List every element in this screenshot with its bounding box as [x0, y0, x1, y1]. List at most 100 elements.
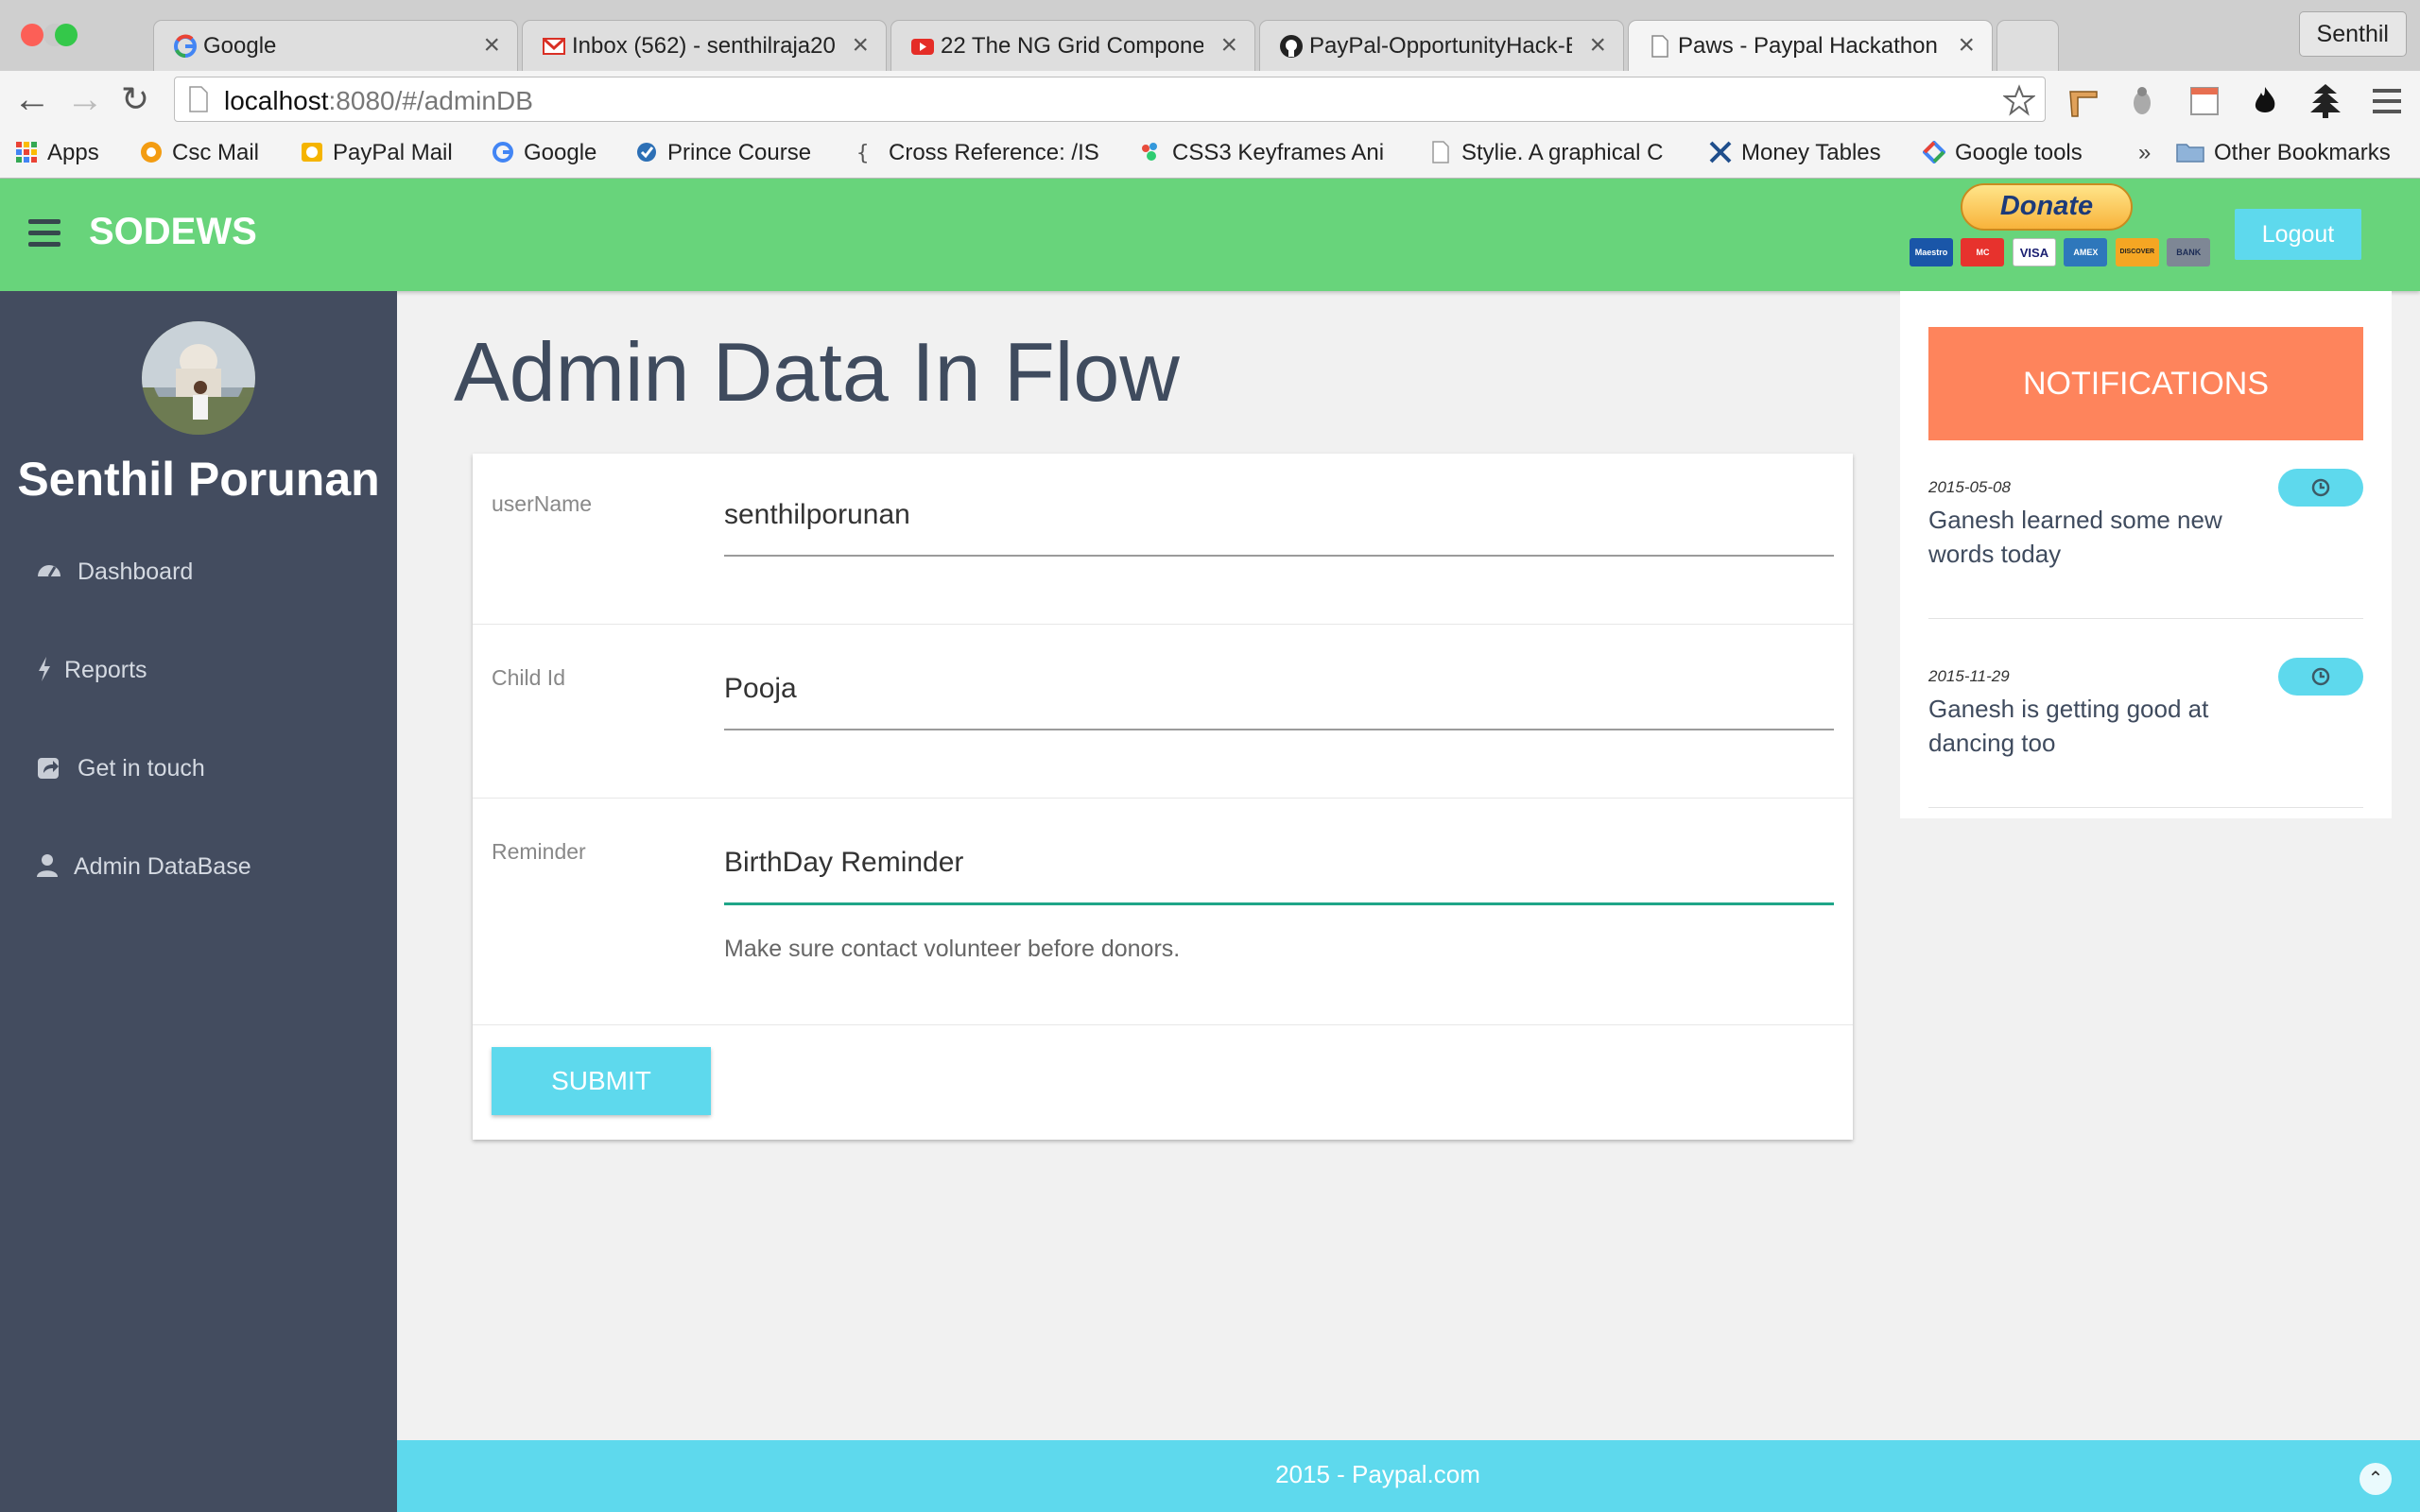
tab-title: Inbox (562) - senthilraja202 — [572, 33, 835, 59]
sidebar-item-dashboard[interactable]: Dashboard — [36, 558, 193, 599]
childid-underline — [724, 729, 1834, 730]
sidebar: Senthil Porunan — [0, 291, 397, 1512]
reminder-field[interactable]: BirthDay Reminder — [724, 847, 963, 879]
notification-time-button[interactable] — [2278, 658, 2363, 696]
extension-flame-icon[interactable] — [2248, 84, 2282, 118]
tab-close-icon[interactable]: × — [1220, 29, 1237, 61]
bolt-icon — [39, 657, 50, 681]
childid-field[interactable]: Pooja — [724, 673, 797, 705]
notification-item: 2015-05-08 Ganesh learned some new words… — [1928, 469, 2363, 619]
browser-tab-paws[interactable]: Paws - Paypal Hackathon × — [1628, 20, 1993, 71]
back-arrow-icon[interactable]: ← — [13, 80, 51, 118]
bookmark-star-icon[interactable] — [2003, 84, 2035, 116]
bookmark-csc-mail[interactable]: Csc Mail — [140, 140, 259, 170]
tab-title: Google — [203, 33, 277, 59]
admin-form: userName senthilporunan Child Id Pooja R… — [473, 454, 1853, 1140]
browser-menu-icon[interactable] — [2371, 86, 2403, 116]
bookmark-google-tools[interactable]: Google tools — [1923, 140, 2083, 170]
bookmark-other-bookmarks[interactable]: Other Bookmarks — [2176, 140, 2391, 170]
google-icon — [493, 142, 513, 163]
reminder-row: Reminder BirthDay Reminder Make sure con… — [473, 798, 1853, 1025]
tab-close-icon[interactable]: × — [483, 29, 500, 61]
sidebar-item-get-in-touch[interactable]: Get in touch — [36, 754, 205, 796]
bookmark-css3-keyframes[interactable]: CSS3 Keyframes Ani — [1140, 140, 1405, 170]
notifications-panel: NOTIFICATIONS 2015-05-08 Ganesh learned … — [1900, 291, 2392, 818]
bookmark-paypal-mail[interactable]: PayPal Mail — [301, 140, 453, 170]
sidebar-item-reports[interactable]: Reports — [36, 656, 147, 697]
url-path: :8080/#/adminDB — [328, 86, 533, 115]
sidebar-item-admin-database[interactable]: Admin DataBase — [36, 852, 251, 894]
logout-button[interactable]: Logout — [2235, 209, 2361, 260]
bookmark-money-tables[interactable]: Money Tables — [1709, 140, 1881, 170]
childid-row: Child Id Pooja — [473, 624, 1853, 799]
user-name: Senthil Porunan — [17, 453, 380, 506]
bookmark-stylie[interactable]: Stylie. A graphical C — [1429, 140, 1685, 170]
share-icon — [38, 758, 59, 779]
tab-title: PayPal-OpportunityHack-B — [1309, 33, 1572, 59]
new-tab-button[interactable] — [1996, 20, 2059, 71]
money-icon — [1709, 141, 1732, 163]
bookmark-google[interactable]: Google — [492, 140, 596, 170]
browser-tab-google[interactable]: Google × — [153, 20, 518, 71]
css3-icon — [1142, 143, 1157, 161]
bracket-icon: { — [856, 142, 869, 163]
notification-item: 2015-11-29 Ganesh is getting good at dan… — [1928, 658, 2363, 808]
extension-window-icon[interactable] — [2187, 84, 2221, 118]
app-header: SODEWS Donate Maestro MC VISA AMEX DISCO… — [0, 179, 2420, 291]
bookmark-cross-reference[interactable]: { Cross Reference: /IS — [856, 140, 1112, 170]
bookmark-label: Prince Course — [667, 140, 812, 165]
profile-button[interactable]: Senthil — [2298, 11, 2407, 57]
extension-bug-icon[interactable] — [2125, 84, 2159, 118]
window-close-button[interactable] — [21, 24, 43, 46]
extension-tree-icon[interactable] — [2308, 82, 2342, 120]
notification-date: 2015-05-08 — [1928, 478, 2011, 496]
scroll-to-top-button[interactable]: ⌃ — [2360, 1463, 2392, 1495]
bookmark-label: Google tools — [1955, 140, 2083, 165]
page-icon — [1651, 35, 1668, 58]
csc-icon — [141, 142, 162, 163]
clock-icon — [2311, 667, 2330, 686]
bookmark-label: Money Tables — [1741, 140, 1881, 165]
tab-close-icon[interactable]: × — [1958, 29, 1975, 61]
dashboard-icon — [38, 565, 60, 577]
bookmark-label: Cross Reference: /IS — [889, 140, 1099, 165]
tab-close-icon[interactable]: × — [852, 29, 869, 61]
extension-ruler-icon[interactable] — [2066, 84, 2100, 118]
username-label: userName — [492, 491, 593, 516]
footer: 2015 - Paypal.com ⌃ — [397, 1440, 2420, 1512]
sidebar-item-label: Dashboard — [78, 558, 194, 585]
window-maximize-button[interactable] — [55, 24, 78, 46]
bookmark-label: Apps — [47, 140, 99, 165]
address-bar[interactable]: localhost:8080/#/adminDB — [174, 77, 2046, 122]
browser-tab-youtube[interactable]: 22 The NG Grid Componen × — [890, 20, 1255, 71]
gmail-icon — [542, 37, 566, 55]
url-host: localhost — [224, 86, 329, 115]
username-field[interactable]: senthilporunan — [724, 499, 910, 531]
browser-tab-github[interactable]: PayPal-OpportunityHack-B × — [1259, 20, 1624, 71]
submit-button[interactable]: SUBMIT — [492, 1047, 711, 1115]
reminder-underline — [724, 902, 1834, 905]
childid-label: Child Id — [492, 665, 565, 690]
notification-time-button[interactable] — [2278, 469, 2363, 507]
notification-text: Ganesh learned some new words today — [1928, 506, 2222, 568]
bookmarks-overflow-button[interactable]: » — [2138, 140, 2151, 170]
page-icon — [189, 86, 208, 112]
forward-arrow-icon[interactable]: → — [66, 80, 104, 118]
maestro-card-icon: Maestro — [1910, 238, 1953, 266]
notification-text: Ganesh is getting good at dancing too — [1928, 695, 2209, 757]
url-text: localhost:8080/#/adminDB — [224, 86, 533, 116]
browser-tab-gmail[interactable]: Inbox (562) - senthilraja202 × — [522, 20, 887, 71]
tab-close-icon[interactable]: × — [1589, 29, 1606, 61]
mail-icon — [302, 143, 322, 162]
mastercard-icon: MC — [1961, 238, 2005, 266]
avatar — [142, 321, 255, 435]
reload-icon[interactable]: ↻ — [121, 80, 149, 118]
donate-button[interactable]: Donate — [1961, 183, 2133, 231]
amex-card-icon: AMEX — [2064, 238, 2108, 266]
browser-tab-strip: Google × Inbox (562) - senthilraja202 × … — [0, 0, 2420, 71]
notifications-header: NOTIFICATIONS — [1928, 327, 2363, 440]
bookmark-apps[interactable]: Apps — [15, 140, 99, 170]
bank-card-icon: BANK — [2167, 238, 2211, 266]
bookmark-prince-course[interactable]: Prince Course — [635, 140, 811, 170]
hamburger-menu-icon[interactable] — [28, 219, 60, 248]
